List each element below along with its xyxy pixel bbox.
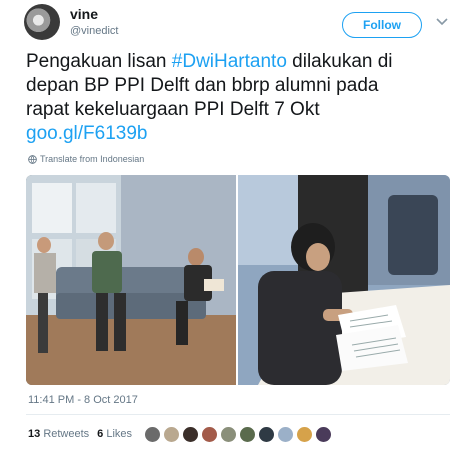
translate-link[interactable]: Translate from Indonesian (28, 154, 144, 164)
author-avatar[interactable] (24, 4, 60, 40)
likes-count: 6 (97, 428, 104, 440)
follow-button[interactable]: Follow (342, 12, 422, 38)
engagement-stats: 13 Retweets 6 Likes (28, 428, 132, 440)
hashtag-link[interactable]: #DwiHartanto (172, 51, 287, 72)
author-handle[interactable]: @vinedict (70, 25, 118, 37)
tweet-photos (26, 175, 450, 385)
liker-avatar[interactable] (201, 426, 218, 443)
divider (26, 414, 450, 415)
tweet-line-2: depan BP PPI Delft dan bbrp alumni pada (26, 75, 379, 96)
tweet-line-1-prefix: Pengakuan lisan (26, 51, 172, 72)
likes-stat[interactable]: 6 Likes (97, 428, 132, 440)
retweets-count: 13 (28, 428, 41, 440)
chevron-down-icon[interactable] (434, 14, 450, 30)
tweet-timestamp[interactable]: 11:41 PM - 8 Oct 2017 (28, 394, 138, 406)
tweet-text: Pengakuan lisan #DwiHartanto dilakukan d… (26, 50, 456, 146)
photo-meeting-room[interactable] (26, 175, 236, 385)
author-display-name[interactable]: vine (70, 6, 98, 22)
liker-avatar[interactable] (277, 426, 294, 443)
liker-avatar[interactable] (315, 426, 332, 443)
tweet-line-1: Pengakuan lisan #DwiHartanto dilakukan d… (26, 50, 456, 74)
liker-avatar[interactable] (220, 426, 237, 443)
liker-avatar[interactable] (258, 426, 275, 443)
liker-avatar[interactable] (239, 426, 256, 443)
retweets-stat[interactable]: 13 Retweets (28, 428, 89, 440)
liker-avatar[interactable] (144, 426, 161, 443)
liker-avatar[interactable] (163, 426, 180, 443)
tweet-header: vine @vinedict Follow (24, 4, 454, 44)
globe-icon (28, 154, 37, 164)
likes-label: Likes (106, 428, 133, 440)
liker-avatar[interactable] (182, 426, 199, 443)
translate-label: Translate from Indonesian (40, 154, 145, 164)
tweet-url-link[interactable]: goo.gl/F6139b (26, 122, 456, 146)
retweets-label: Retweets (43, 428, 90, 440)
photo-signing-document[interactable] (238, 175, 450, 385)
liker-avatar[interactable] (296, 426, 313, 443)
tweet-line-3: rapat kekeluargaan PPI Delft 7 Okt (26, 99, 320, 120)
tweet-line-1-suffix: dilakukan di (286, 51, 393, 72)
liker-avatars (144, 426, 332, 443)
